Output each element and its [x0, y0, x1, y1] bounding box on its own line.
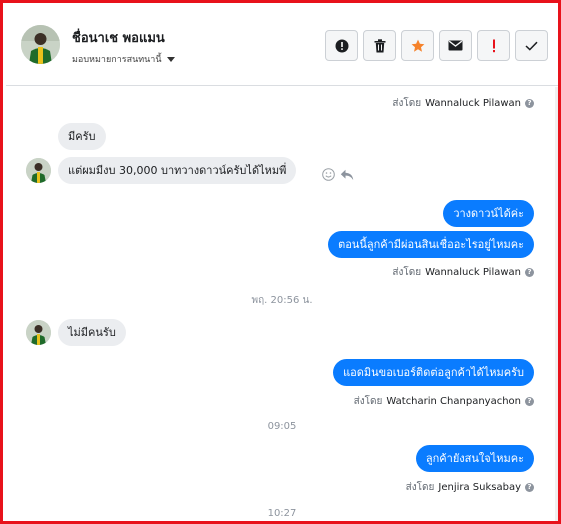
- info-button[interactable]: [325, 30, 358, 61]
- assign-conversation-label: มอบหมายการสนทนานี้: [72, 55, 162, 65]
- star-button[interactable]: [401, 30, 434, 61]
- outgoing-message[interactable]: วางดาวน์ได้ค่ะ: [443, 200, 534, 227]
- contact-avatar[interactable]: [21, 25, 60, 64]
- outgoing-message[interactable]: ตอนนี้ลูกค้ามีผ่อนสินเชื่ออะไรอยู่ไหมคะ: [328, 231, 534, 258]
- reply-icon[interactable]: [340, 166, 354, 185]
- sent-by-prefix: ส่งโดย: [392, 98, 422, 109]
- help-icon[interactable]: ?: [525, 397, 534, 406]
- message-actions: [322, 166, 354, 185]
- sender-name: Watcharin Chanpanyachon: [386, 396, 521, 407]
- delete-button[interactable]: [363, 30, 396, 61]
- sent-by-prefix: ส่งโดย: [353, 396, 383, 407]
- incoming-message[interactable]: แต่ผมมีงบ 30,000 บาทวางดาวน์ครับได้ไหมพี…: [58, 157, 297, 184]
- help-icon[interactable]: ?: [525, 483, 534, 492]
- sent-by-prefix: ส่งโดย: [392, 267, 422, 278]
- sender-name: Wannaluck Pilawan: [425, 98, 521, 109]
- incoming-message[interactable]: ไม่มีคนรับ: [58, 319, 126, 346]
- help-icon[interactable]: ?: [525, 268, 534, 277]
- flag-button[interactable]: [477, 30, 510, 61]
- contact-avatar-small: [26, 320, 51, 345]
- sender-name: Wannaluck Pilawan: [425, 267, 521, 278]
- info-icon: [335, 39, 349, 53]
- mark-unread-button[interactable]: [439, 30, 472, 61]
- emoji-react-icon[interactable]: [322, 166, 335, 185]
- conversation-header: ชื่อนาเช พอแมน มอบหมายการสนทนานี้: [6, 6, 558, 86]
- check-icon: [525, 41, 538, 51]
- scrollbar[interactable]: [555, 87, 558, 521]
- contact-avatar-small: [26, 158, 51, 183]
- contact-name: ชื่อนาเช พอแมน: [72, 31, 165, 46]
- sent-by-line: ส่งโดย Watcharin Chanpanyachon ?: [354, 394, 534, 409]
- sent-by-line: ส่งโดย Wannaluck Pilawan ?: [392, 265, 534, 280]
- timestamp-divider: 10:27: [267, 508, 297, 519]
- outgoing-message[interactable]: แอดมินขอเบอร์ติดต่อลูกค้าได้ไหมครับ: [333, 359, 534, 386]
- header-toolbar: [325, 30, 553, 61]
- trash-icon: [374, 38, 386, 53]
- help-icon[interactable]: ?: [525, 99, 534, 108]
- mark-done-button[interactable]: [515, 30, 548, 61]
- window-frame: ชื่อนาเช พอแมน มอบหมายการสนทนานี้ ส่งโดย…: [0, 0, 561, 524]
- star-icon: [411, 39, 425, 53]
- outgoing-message[interactable]: ลูกค้ายังสนใจไหมคะ: [415, 445, 534, 472]
- timestamp-divider: 09:05: [267, 421, 297, 432]
- sent-by-line: ส่งโดย Wannaluck Pilawan ?: [392, 96, 534, 111]
- caret-down-icon: [166, 56, 175, 62]
- timestamp-divider: พฤ. 20:56 น.: [251, 295, 313, 306]
- message-thread[interactable]: ส่งโดย Wannaluck Pilawan ? มีครับ แต่ผมม…: [6, 87, 558, 521]
- sent-by-line: ส่งโดย Jenjira Suksabay ?: [406, 480, 534, 495]
- assign-conversation-dropdown[interactable]: มอบหมายการสนทนานี้: [72, 52, 175, 66]
- exclamation-icon: [492, 39, 496, 53]
- envelope-icon: [448, 40, 463, 51]
- sent-by-prefix: ส่งโดย: [405, 482, 435, 493]
- incoming-message[interactable]: มีครับ: [58, 123, 106, 150]
- sender-name: Jenjira Suksabay: [438, 482, 521, 493]
